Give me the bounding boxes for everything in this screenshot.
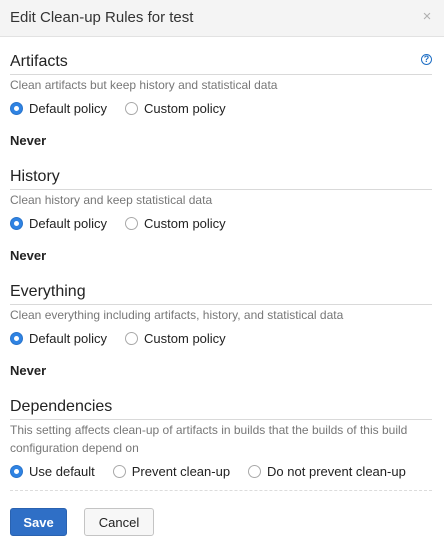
radio-label: Custom policy — [144, 215, 226, 231]
policy-value: Never — [10, 248, 47, 263]
section-description: This setting affects clean-up of artifac… — [10, 421, 432, 457]
policy-radio-group: Default policy Custom policy — [10, 213, 432, 233]
radio-button[interactable] — [248, 464, 262, 478]
radio-use-default[interactable]: Use default — [10, 464, 95, 479]
radio-custom-policy[interactable]: Custom policy — [125, 331, 226, 346]
radio-label: Default policy — [29, 100, 108, 116]
dependencies-radio-group: Use default Prevent clean-up Do not prev… — [10, 461, 432, 481]
radio-button[interactable] — [125, 216, 139, 230]
radio-button[interactable] — [125, 101, 139, 115]
save-button[interactable]: Save — [10, 508, 67, 536]
dialog-header: Edit Clean-up Rules for test × — [0, 0, 444, 37]
section-title: History — [10, 167, 432, 190]
section-title: Dependencies — [10, 397, 432, 420]
section-history: History Clean history and keep statistic… — [10, 167, 432, 263]
cancel-button[interactable]: Cancel — [84, 508, 154, 536]
radio-button[interactable] — [125, 331, 139, 345]
radio-label: Use default — [29, 463, 95, 479]
radio-button-checked[interactable] — [10, 101, 23, 115]
help-icon[interactable]: ? — [421, 54, 432, 65]
radio-label: Custom policy — [144, 330, 226, 346]
section-title: Everything — [10, 282, 432, 305]
section-dependencies: Dependencies This setting affects clean-… — [10, 397, 432, 481]
radio-custom-policy[interactable]: Custom policy — [125, 216, 226, 231]
clean-up-rules-dialog: Edit Clean-up Rules for test × Artifacts… — [0, 0, 444, 550]
radio-button[interactable] — [112, 464, 126, 478]
section-artifacts: Artifacts ? Clean artifacts but keep his… — [10, 52, 432, 148]
radio-do-not-prevent-clean-up[interactable]: Do not prevent clean-up — [248, 464, 406, 479]
radio-default-policy[interactable]: Default policy — [10, 331, 107, 346]
radio-prevent-clean-up[interactable]: Prevent clean-up — [112, 463, 231, 479]
section-title: Artifacts — [10, 52, 432, 75]
policy-value: Never — [10, 133, 47, 148]
radio-label: Default policy — [29, 330, 108, 346]
footer-divider — [10, 490, 432, 491]
radio-label: Default policy — [29, 215, 108, 231]
section-description: Clean artifacts but keep history and sta… — [10, 78, 278, 92]
radio-label: Prevent clean-up — [131, 463, 231, 479]
radio-default-policy[interactable]: Default policy — [10, 216, 107, 231]
dialog-title: Edit Clean-up Rules for test — [10, 9, 194, 26]
description-line: configuration depend on — [10, 441, 139, 455]
radio-custom-policy[interactable]: Custom policy — [125, 101, 226, 116]
radio-default-policy[interactable]: Default policy — [10, 101, 107, 116]
description-line: This setting affects clean-up of artifac… — [10, 423, 408, 437]
radio-label: Custom policy — [144, 100, 226, 116]
radio-label: Do not prevent clean-up — [267, 463, 406, 479]
close-icon[interactable]: × — [420, 9, 434, 25]
radio-button-checked[interactable] — [10, 331, 23, 345]
section-everything: Everything Clean everything including ar… — [10, 282, 432, 378]
radio-button-checked[interactable] — [10, 216, 23, 230]
section-description: Clean history and keep statistical data — [10, 193, 213, 207]
radio-button-checked[interactable] — [10, 464, 23, 478]
section-description: Clean everything including artifacts, hi… — [10, 308, 344, 322]
policy-value: Never — [10, 363, 47, 378]
policy-radio-group: Default policy Custom policy — [10, 98, 432, 118]
policy-radio-group: Default policy Custom policy — [10, 328, 432, 348]
